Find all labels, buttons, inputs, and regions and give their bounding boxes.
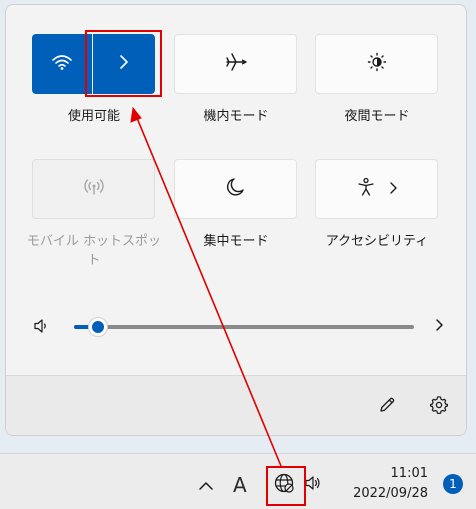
wifi-tile (32, 34, 155, 94)
wifi-toggle-button[interactable] (32, 34, 92, 94)
chevron-right-icon (434, 317, 444, 336)
all-settings-button[interactable] (428, 396, 450, 418)
network-status-button[interactable] (272, 473, 296, 497)
accessibility-label: アクセシビリティ (325, 234, 429, 249)
taskbar: A 11:01 2022/09/28 (0, 453, 476, 509)
show-hidden-icons-button[interactable] (196, 476, 216, 494)
chevron-up-icon (198, 476, 214, 495)
accessibility-button[interactable] (315, 159, 438, 219)
quick-settings-footer (6, 375, 466, 435)
speaker-icon (304, 474, 322, 496)
edit-quick-settings-button[interactable] (376, 396, 398, 418)
taskbar-volume-button[interactable] (303, 475, 323, 495)
taskbar-time: 11:01 (390, 466, 428, 481)
hotspot-icon (83, 177, 105, 201)
volume-slider-thumb[interactable] (87, 317, 108, 337)
airplane-mode-button[interactable] (174, 34, 297, 94)
globe-no-internet-icon (273, 472, 295, 498)
ime-mode-indicator[interactable]: A (233, 473, 247, 497)
speaker-icon[interactable] (32, 317, 50, 335)
volume-expand-button[interactable] (430, 317, 448, 335)
brightness-icon (367, 52, 387, 76)
wifi-expand-button[interactable] (93, 34, 155, 94)
moon-icon (226, 177, 246, 201)
clock-button[interactable]: 11:01 2022/09/28 (340, 464, 432, 506)
pencil-icon (378, 396, 396, 418)
mobile-hotspot-label: モバイル ホットスポット (26, 234, 162, 268)
chevron-right-icon (118, 54, 130, 74)
focus-assist-button[interactable] (174, 159, 297, 219)
wifi-icon (51, 53, 73, 75)
volume-slider-track[interactable] (74, 317, 414, 337)
volume-slider-row (32, 311, 452, 341)
airplane-mode-label: 機内モード (203, 109, 269, 124)
mobile-hotspot-button[interactable] (32, 159, 155, 219)
night-light-label: 夜間モード (344, 109, 410, 124)
focus-assist-label: 集中モード (203, 234, 269, 249)
chevron-right-icon (388, 180, 398, 199)
airplane-icon (225, 52, 247, 76)
notification-badge[interactable]: 1 (443, 474, 463, 494)
quick-settings-panel: 使用可能 機内モード 夜間モード モバイル ホットスポット 集中モード アクセシ… (5, 4, 467, 436)
volume-slider-thumb-dot (91, 321, 104, 333)
wifi-tile-label: 使用可能 (67, 109, 120, 124)
night-light-button[interactable] (315, 34, 438, 94)
accessibility-icon (356, 177, 376, 201)
taskbar-date: 2022/09/28 (353, 486, 428, 501)
gear-icon (429, 395, 449, 419)
